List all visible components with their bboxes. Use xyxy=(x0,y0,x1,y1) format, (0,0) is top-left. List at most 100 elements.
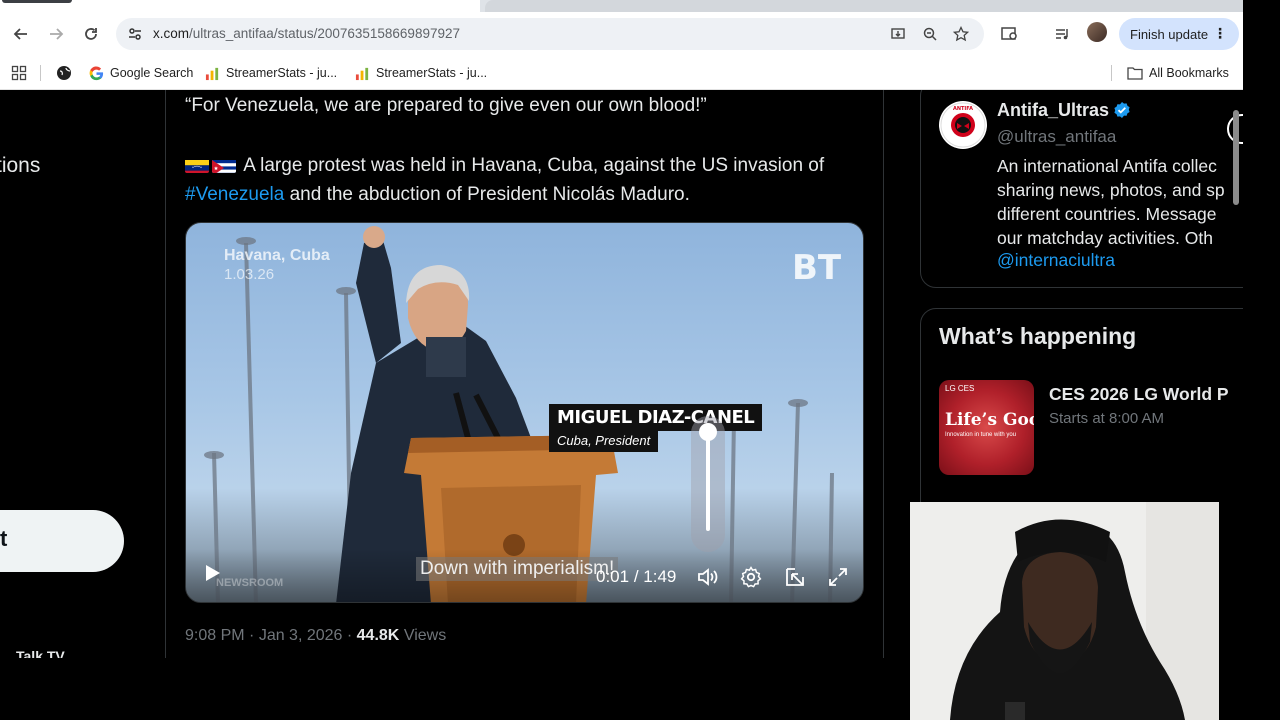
cuba-flag-icon xyxy=(212,157,236,173)
venezuela-flag-icon xyxy=(185,157,209,173)
fullscreen-icon[interactable] xyxy=(826,565,850,589)
volume-track xyxy=(706,431,710,531)
trend-thumbnail[interactable]: LG CES Life’s Good. Innovation in tune w… xyxy=(939,380,1034,475)
bio-line: different countries. Message xyxy=(997,204,1217,224)
trend-thumbnail-text: Life’s Good. xyxy=(945,410,1034,430)
tab-search-icon[interactable] xyxy=(998,22,1022,46)
verified-badge-icon xyxy=(1113,101,1131,124)
nav-item-partial[interactable]: Talk TV xyxy=(16,648,65,658)
post-button[interactable]: t xyxy=(0,510,124,572)
all-bookmarks-label: All Bookmarks xyxy=(1149,66,1229,80)
tweet-text-part2: and the abduction of President Nicolás M… xyxy=(284,183,690,205)
trend-title[interactable]: CES 2026 LG World P xyxy=(1049,384,1229,405)
globe-icon[interactable] xyxy=(56,62,72,84)
tab-active[interactable] xyxy=(0,0,480,12)
tab-inactive[interactable] xyxy=(485,0,1243,12)
forward-icon[interactable] xyxy=(44,22,68,46)
tab-indicator xyxy=(2,0,72,3)
tweet-text: A large protest was held in Havana, Cuba… xyxy=(185,152,875,209)
left-nav: tions t Talk TV xyxy=(0,90,166,658)
google-icon xyxy=(88,65,104,81)
video-date-text: 1.03.26 xyxy=(224,266,275,283)
video-logo-text: BT xyxy=(792,248,842,288)
profile-bio: An international Antifa collec sharing n… xyxy=(997,154,1243,250)
more-menu-icon[interactable]: ⋮ xyxy=(1213,25,1227,42)
profile-name[interactable]: Antifa_Ultras xyxy=(997,100,1131,124)
profile-avatar-image[interactable]: ANTIFA xyxy=(939,101,987,149)
video-player[interactable]: Havana, Cuba 1.03.26 BT MIGUEL DIAZ-CANE… xyxy=(185,222,864,603)
bookmarks-bar: Google Search StreamerStats - ju... Stre… xyxy=(0,56,1243,90)
views-count: 44.8K xyxy=(356,627,400,644)
profile-handle[interactable]: @ultras_antifaa xyxy=(997,127,1116,147)
video-caption: Down with imperialism! xyxy=(416,557,619,581)
bookmark-label: Google Search xyxy=(110,66,194,80)
url-host: x.com xyxy=(153,26,190,41)
whats-happening-title: What’s happening xyxy=(939,323,1137,349)
folder-icon xyxy=(1127,65,1143,81)
video-time: 0:01 / 1:49 xyxy=(596,567,677,586)
url-text[interactable]: x.com/ultras_antifaa/status/200763515866… xyxy=(153,26,460,41)
bookmark-streamerstats-2[interactable]: StreamerStats - ju... xyxy=(354,62,487,84)
hashtag-link[interactable]: #Venezuela xyxy=(185,184,284,205)
all-bookmarks-button[interactable]: All Bookmarks xyxy=(1127,62,1229,84)
bookmark-streamerstats-1[interactable]: StreamerStats - ju... xyxy=(204,62,337,84)
url-path: /ultras_antifaa/status/20076351586698979… xyxy=(189,26,460,41)
address-bar[interactable]: x.com/ultras_antifaa/status/200763515866… xyxy=(116,18,984,50)
trend-thumbnail-tagline: Innovation in tune with you xyxy=(945,432,1017,438)
zoom-icon[interactable] xyxy=(919,23,941,45)
bio-mention-link[interactable]: @internaciultra xyxy=(997,250,1115,271)
bio-line: our matchday activities. Oth xyxy=(997,228,1213,248)
bookmark-star-icon[interactable] xyxy=(950,23,972,45)
volume-icon[interactable] xyxy=(696,565,720,589)
bookmark-google-search[interactable]: Google Search xyxy=(88,62,193,84)
settings-gear-icon[interactable] xyxy=(739,565,763,589)
post-button-label: t xyxy=(0,526,8,551)
back-icon[interactable] xyxy=(9,22,33,46)
play-icon[interactable] xyxy=(201,562,223,584)
nav-notifications[interactable]: tions xyxy=(0,154,40,178)
bookmark-label: StreamerStats - ju... xyxy=(226,66,338,80)
reload-icon[interactable] xyxy=(79,22,103,46)
bio-line: An international Antifa collec xyxy=(997,156,1217,176)
profile-avatar[interactable] xyxy=(1087,22,1107,42)
tab-strip xyxy=(0,0,1243,12)
bookmark-label: StreamerStats - ju... xyxy=(376,66,488,80)
screen: x.com/ultras_antifaa/status/200763515866… xyxy=(0,0,1280,720)
finish-update-button[interactable]: Finish update ⋮ xyxy=(1119,18,1239,50)
finish-update-label: Finish update xyxy=(1130,26,1209,42)
webcam-person-image xyxy=(910,502,1219,720)
svg-text:ANTIFA: ANTIFA xyxy=(953,106,973,112)
apps-icon[interactable] xyxy=(11,62,27,84)
volume-knob[interactable] xyxy=(699,423,717,441)
video-current-time: 0:01 xyxy=(596,567,630,586)
scrollbar-thumb[interactable] xyxy=(1233,110,1239,205)
bookmark-separator xyxy=(1111,65,1112,81)
tweet-quote: “For Venezuela, we are prepared to give … xyxy=(185,95,707,116)
bar-chart-icon xyxy=(204,65,220,81)
lower-third: MIGUEL DIAZ-CANEL Cuba, President xyxy=(549,404,763,452)
minimize-player-icon[interactable] xyxy=(783,565,807,589)
media-control-icon[interactable] xyxy=(1050,22,1074,46)
install-app-icon[interactable] xyxy=(887,23,909,45)
tweet-metadata: 9:08 PM · Jan 3, 2026 · 44.8K Views xyxy=(185,627,447,644)
tweet-text-part1: A large protest was held in Havana, Cuba… xyxy=(243,155,825,176)
volume-slider[interactable] xyxy=(691,416,725,552)
browser-toolbar: x.com/ultras_antifaa/status/200763515866… xyxy=(0,12,1243,56)
tweet-date[interactable]: Jan 3, 2026 xyxy=(259,627,343,644)
trend-thumbnail-brand: LG CES xyxy=(945,384,975,393)
video-watermark: NEWSROOM xyxy=(216,577,284,589)
webcam-overlay xyxy=(910,502,1219,720)
trend-time: Starts at 8:00 AM xyxy=(1049,410,1165,427)
video-duration: 1:49 xyxy=(643,567,677,586)
tweet-time[interactable]: 9:08 PM xyxy=(185,627,245,644)
profile-name-text: Antifa_Ultras xyxy=(997,100,1110,120)
lower-third-title: Cuba, President xyxy=(549,431,659,452)
video-location-text: Havana, Cuba xyxy=(224,247,330,264)
lower-third-name: MIGUEL DIAZ-CANEL xyxy=(549,404,763,431)
bookmark-separator xyxy=(40,65,41,81)
video-logo: BT xyxy=(790,239,842,291)
site-settings-icon[interactable] xyxy=(124,23,146,45)
views-label: Views xyxy=(403,627,447,644)
bio-line: sharing news, photos, and sp xyxy=(997,180,1225,200)
tweet-detail: “For Venezuela, we are prepared to give … xyxy=(166,90,884,658)
